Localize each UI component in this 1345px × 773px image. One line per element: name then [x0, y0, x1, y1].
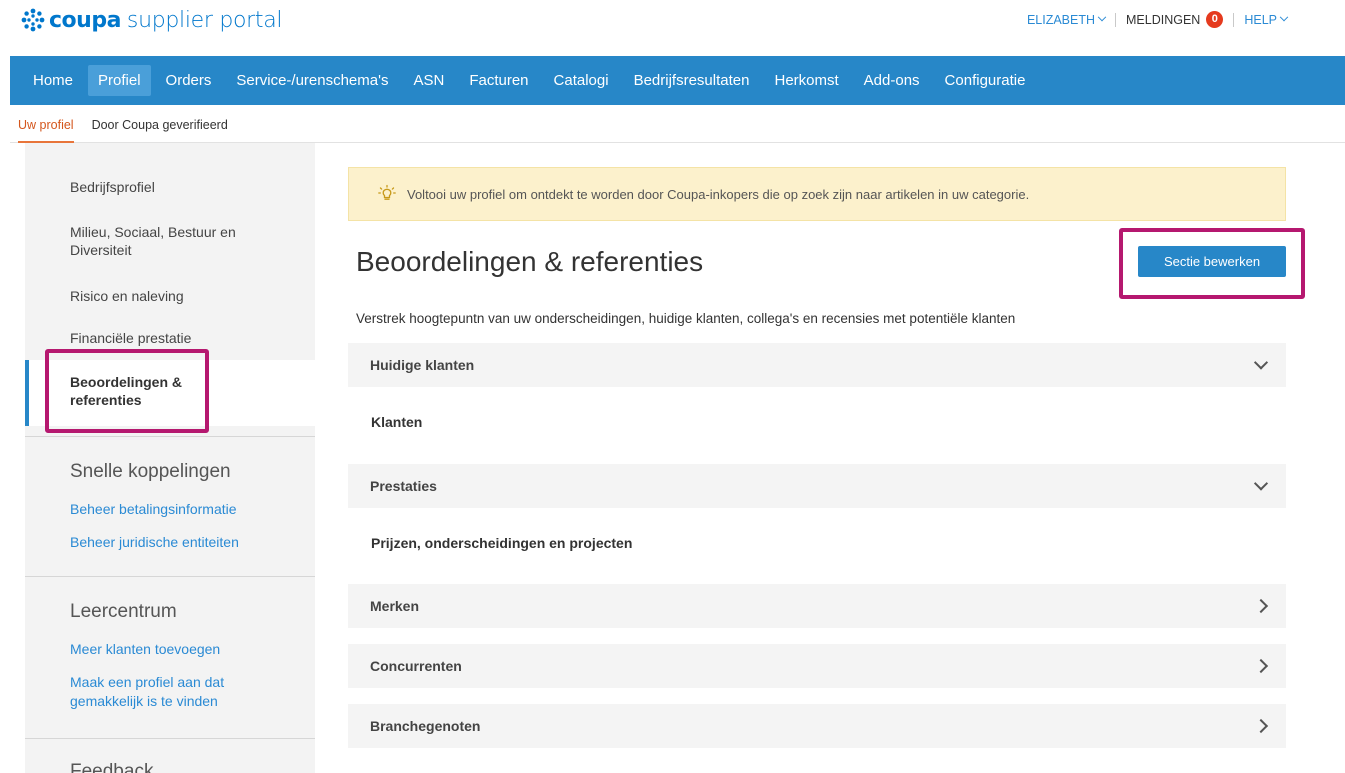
divider — [25, 436, 315, 437]
nav-add-ons[interactable]: Add-ons — [864, 65, 920, 96]
nav-bedrijfsresultaten[interactable]: Bedrijfsresultaten — [634, 65, 750, 96]
sidebar-item-milieu[interactable]: Milieu, Sociaal, Bestuur en Diversiteit — [70, 223, 270, 259]
nav-profiel[interactable]: Profiel — [88, 65, 151, 114]
highlight-box-edit-button — [1119, 228, 1305, 299]
nav-herkomst[interactable]: Herkomst — [774, 65, 838, 96]
sidebar-item-risico[interactable]: Risico en naleving — [70, 287, 184, 305]
learning-center-heading: Leercentrum — [70, 601, 177, 622]
tab-door-coupa-geverifieerd[interactable]: Door Coupa geverifieerd — [92, 105, 228, 143]
accordion-title: Huidige klanten — [370, 357, 475, 373]
logo-product: supplier portal — [126, 7, 283, 33]
divider — [1233, 12, 1235, 27]
page-title: Beoordelingen & referenties — [356, 246, 704, 277]
divider — [25, 738, 315, 739]
logo-brand: coupa — [49, 7, 121, 33]
user-menu[interactable]: ELIZABETH — [1026, 12, 1107, 27]
nav-facturen[interactable]: Facturen — [469, 65, 528, 96]
main-navigation: Home Profiel Orders Service-/urenschema'… — [10, 56, 1345, 114]
nav-asn[interactable]: ASN — [413, 65, 444, 96]
link-beheer-betalingsinformatie[interactable]: Beheer betalingsinformatie — [70, 500, 237, 519]
notifications-label: MELDINGEN — [1126, 12, 1201, 27]
accordion-content-prijzen: Prijzen, onderscheidingen en projecten — [371, 535, 633, 551]
accordion-title: Merken — [370, 598, 420, 614]
link-meer-klanten-toevoegen[interactable]: Meer klanten toevoegen — [70, 640, 220, 659]
accordion-content-klanten: Klanten — [371, 414, 423, 430]
help-menu[interactable]: HELP — [1244, 12, 1289, 27]
chevron-down-icon — [1097, 12, 1107, 21]
chevron-down-icon[interactable] — [1253, 476, 1269, 491]
section-description: Verstrek hoogtepuntn van uw onderscheidi… — [356, 311, 1016, 326]
accordion-title: Concurrenten — [370, 658, 462, 674]
sidebar-item-bedrijfsprofiel[interactable]: Bedrijfsprofiel — [70, 178, 155, 196]
accordion-prestaties[interactable]: Prestaties — [348, 464, 1286, 508]
feedback-heading: Feedback — [70, 761, 154, 773]
accordion-concurrenten[interactable]: Concurrenten — [348, 644, 1286, 688]
user-navigation: ELIZABETH MELDINGEN 0 HELP — [1026, 11, 1289, 28]
sidebar: Bedrijfsprofiel Milieu, Sociaal, Bestuur… — [25, 143, 315, 773]
sidebar-item-financiele-prestatie[interactable]: Financiële prestatie — [70, 329, 191, 347]
user-menu-label: ELIZABETH — [1026, 12, 1096, 27]
nav-service-urenschemas[interactable]: Service-/urenschema's — [236, 65, 388, 96]
profile-completion-notice: Voltooi uw profiel om ontdekt te worden … — [348, 167, 1286, 221]
link-maak-profiel[interactable]: Maak een profiel aan dat gemakkelijk is … — [70, 673, 260, 711]
top-header: coupa supplier portal ELIZABETH MELDINGE… — [0, 0, 1345, 42]
accordion-title: Branchegenoten — [370, 718, 481, 734]
accordion-title: Prestaties — [370, 478, 437, 494]
coupa-logo[interactable]: coupa supplier portal — [20, 7, 283, 33]
sub-navigation: Uw profiel Door Coupa geverifieerd — [10, 105, 1345, 143]
nav-catalogi[interactable]: Catalogi — [554, 65, 609, 96]
link-beheer-juridische-entiteiten[interactable]: Beheer juridische entiteiten — [70, 533, 239, 552]
divider — [25, 576, 315, 577]
nav-configuratie[interactable]: Configuratie — [945, 65, 1026, 96]
highlight-box-sidebar — [45, 349, 209, 433]
lightbulb-icon — [378, 184, 396, 200]
coupa-logo-icon — [21, 8, 45, 32]
chevron-right-icon[interactable] — [1253, 598, 1269, 614]
chevron-right-icon[interactable] — [1253, 718, 1269, 734]
help-label: HELP — [1244, 12, 1277, 27]
accordion-huidige-klanten[interactable]: Huidige klanten — [348, 343, 1286, 387]
quick-links-heading: Snelle koppelingen — [70, 461, 231, 482]
accordion-branchegenoten[interactable]: Branchegenoten — [348, 704, 1286, 748]
chevron-down-icon — [1279, 12, 1289, 21]
tab-uw-profiel[interactable]: Uw profiel — [18, 105, 74, 143]
accordion-merken[interactable]: Merken — [348, 584, 1286, 628]
notifications-menu[interactable]: MELDINGEN 0 — [1126, 11, 1224, 28]
chevron-down-icon[interactable] — [1253, 355, 1269, 370]
chevron-right-icon[interactable] — [1253, 658, 1269, 674]
nav-orders[interactable]: Orders — [166, 65, 212, 96]
notifications-count-badge: 0 — [1206, 11, 1224, 28]
notice-text: Voltooi uw profiel om ontdekt te worden … — [407, 186, 1030, 202]
nav-home[interactable]: Home — [33, 65, 73, 96]
divider — [1115, 12, 1117, 27]
